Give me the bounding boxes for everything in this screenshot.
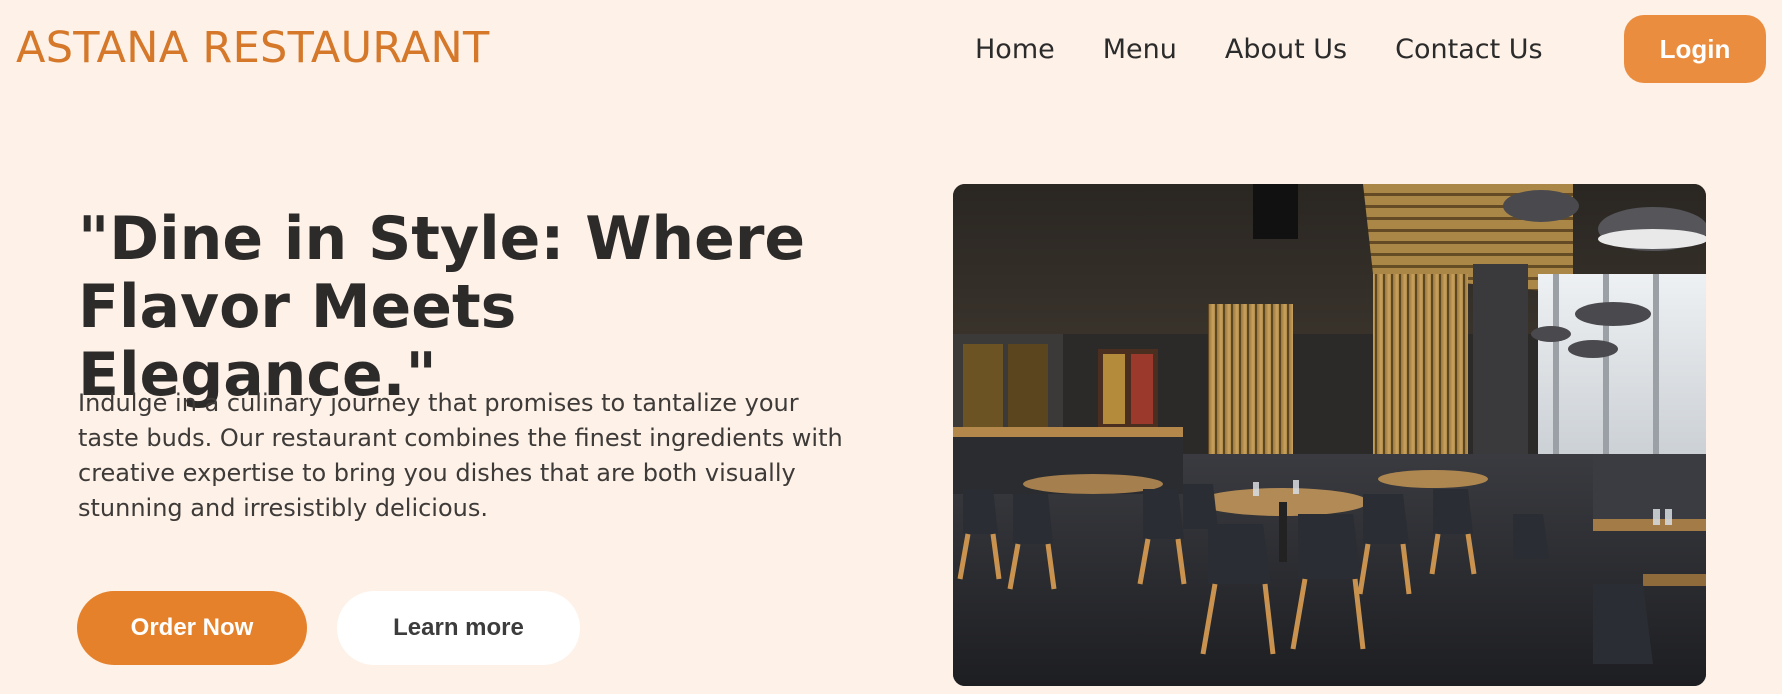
restaurant-interior-photo [953, 184, 1706, 686]
hero-description: Indulge in a culinary journey that promi… [78, 389, 843, 522]
hero-headline: "Dine in Style: Where Flavor Meets Elega… [78, 204, 806, 410]
login-button[interactable]: Login [1624, 15, 1766, 83]
main-nav: Home Menu About Us Contact Us [975, 16, 1543, 82]
nav-link-home[interactable]: Home [975, 34, 1055, 65]
hero-image [953, 184, 1706, 686]
nav-link-menu[interactable]: Menu [1103, 34, 1177, 65]
learn-more-button[interactable]: Learn more [337, 591, 580, 665]
order-now-button[interactable]: Order Now [77, 591, 307, 665]
nav-link-about-us[interactable]: About Us [1225, 34, 1347, 65]
nav-link-contact-us[interactable]: Contact Us [1395, 34, 1542, 65]
brand-logo-text[interactable]: ASTANA RESTAURANT [16, 18, 490, 78]
